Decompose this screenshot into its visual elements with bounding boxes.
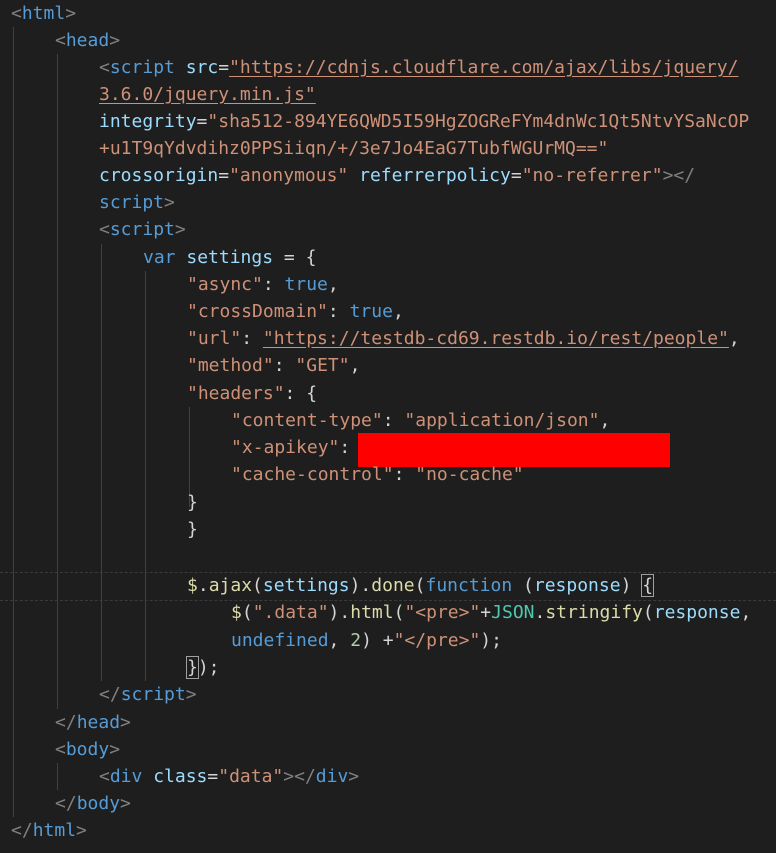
data-selector: ".data" [252,602,329,623]
crossdomain-value: true [349,301,393,322]
settings-variable: settings [186,247,274,268]
html-call: html [350,602,394,623]
code-line: "x-apikey": [231,437,351,458]
jquery-dollar: $ [231,602,242,623]
matched-brace-close: } [186,656,199,679]
async-value: true [284,274,328,295]
cache-control-key: "cache-control" [231,464,394,485]
code-line: integrity="sha512-894YE6QWD5I59HgZOGReFY… [99,111,750,132]
code-line: </head> [55,712,131,733]
body-tag: body [65,739,110,760]
undefined-keyword: undefined [231,630,329,651]
async-key: "async" [187,274,263,295]
indent-number: 2 [350,630,362,651]
url-key: "url" [187,328,242,349]
referrerpolicy-value: "no-referrer" [521,165,663,186]
indent-guide [13,27,14,817]
code-line: <script src="https://cdnjs.cloudflare.co… [99,57,739,78]
content-type-value: "application/json" [404,410,600,431]
jquery-url-link[interactable]: "https://cdnjs.cloudflare.com/ajax/libs/… [229,57,738,78]
integrity-attribute: integrity [99,111,197,132]
code-line: </html> [11,820,87,841]
code-line: <body> [55,739,121,760]
code-line: +u1T9qYdvdihz0PPSiiqn/+/3e7Jo4EaG7TubfWG… [99,135,608,162]
integrity-value: "sha512-894YE6QWD5I59HgZOGReFYm4dnWc1Qt5… [207,111,750,132]
body-close-tag: body [76,793,121,814]
function-keyword: function [425,575,513,596]
class-attribute: class [153,766,208,787]
code-line: crossorigin="anonymous" referrerpolicy="… [99,165,696,186]
code-line: </body> [55,793,131,814]
code-line: <html> [11,3,77,24]
code-line: script> [99,192,175,213]
script-tag: script [109,219,175,240]
code-line: "content-type": "application/json", [231,410,611,431]
code-line: $(".data").html("<pre>"+JSON.stringify(r… [231,602,752,623]
settings-arg: settings [262,575,350,596]
code-line: <head> [55,30,121,51]
html-tag: html [21,3,66,24]
code-line: "headers": { [187,383,318,404]
pre-open-string: "<pre>" [404,602,481,623]
code-line: } [187,519,198,540]
code-line: <script> [99,219,186,240]
headers-key: "headers" [187,383,285,404]
crossorigin-attribute: crossorigin [99,165,219,186]
script-tag: script [109,57,175,78]
html-close-tag: html [32,820,77,841]
done-call: done [371,575,415,596]
jquery-url-link-cont[interactable]: 3.6.0/jquery.min.js" [99,84,316,105]
cache-control-value: "no-cache" [415,464,524,485]
content-type-key: "content-type" [231,410,383,431]
head-tag: head [65,30,110,51]
code-line: } [187,492,198,513]
code-line: "cache-control": "no-cache" [231,464,524,485]
indent-guide [57,54,58,709]
code-line: }); [186,656,220,679]
head-close-tag: head [76,712,121,733]
integrity-value-cont: +u1T9qYdvdihz0PPSiiqn/+/3e7Jo4EaG7TubfWG… [99,138,609,159]
script-close-tag: script [99,192,165,213]
code-editor[interactable]: <html> <head> <script src="https://cdnjs… [0,0,776,853]
pre-close-string: "</pre>" [393,630,481,651]
stringify-call: stringify [545,602,643,623]
code-line: "method": "GET", [187,355,361,376]
ajax-call: ajax [208,575,253,596]
code-line: $.ajax(settings).done(function (response… [187,574,655,597]
jquery-dollar: $ [187,575,198,596]
restdb-url-link[interactable]: "https://testdb-cd69.restdb.io/rest/peop… [263,328,729,349]
x-apikey-key: "x-apikey" [231,437,340,458]
code-line: <div class="data"></div> [99,766,360,787]
referrerpolicy-attribute: referrerpolicy [359,165,511,186]
crossorigin-value: "anonymous" [229,165,349,186]
code-line: "url": "https://testdb-cd69.restdb.io/re… [187,328,740,349]
matched-brace: { [641,574,655,597]
div-tag: div [109,766,143,787]
code-line: undefined, 2) +"</pre>"); [231,630,502,651]
var-keyword: var [143,247,176,268]
code-line: var settings = { [143,247,317,268]
code-line: "async": true, [187,274,339,295]
indent-guide [57,763,58,790]
code-line: "crossDomain": true, [187,301,404,322]
div-close-tag: div [315,766,349,787]
crossdomain-key: "crossDomain" [187,301,328,322]
code-line: 3.6.0/jquery.min.js" [99,81,316,108]
method-value: "GET" [295,355,350,376]
json-object: JSON [491,602,535,623]
response-arg: response [653,602,741,623]
response-param: response [533,575,621,596]
code-line: </script> [99,684,197,705]
indent-guide [101,244,102,681]
src-attribute: src [185,57,219,78]
script-close-tag: script [120,684,186,705]
indent-guide [145,271,146,681]
method-key: "method" [187,355,274,376]
class-value: "data" [218,766,284,787]
